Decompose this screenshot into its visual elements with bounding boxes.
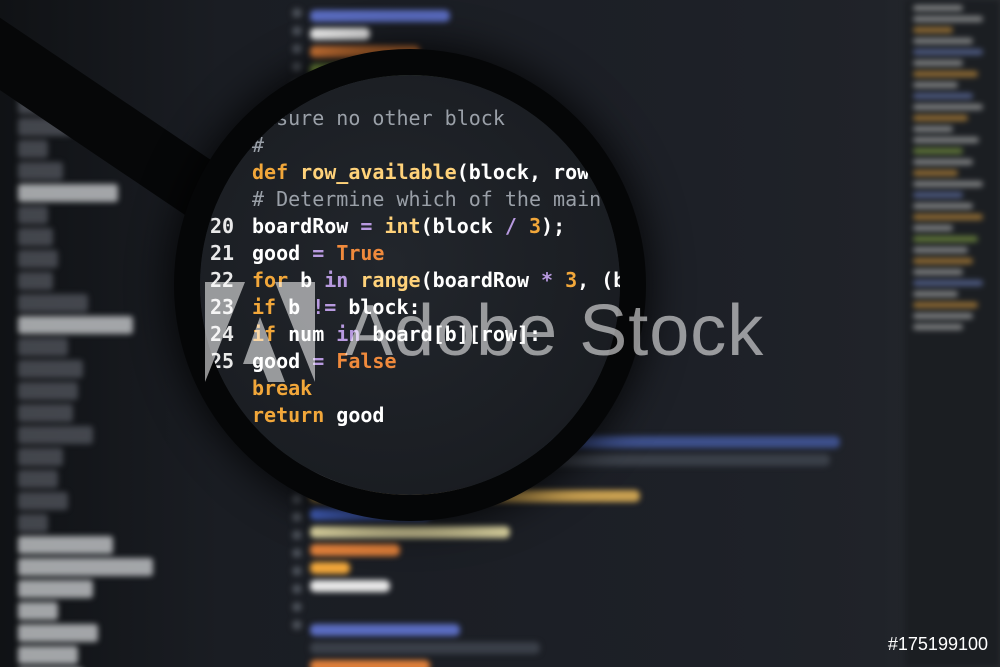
code-token: row_available (300, 160, 457, 184)
code-token: (block, row (456, 160, 590, 184)
code-line: 21 good = True (210, 240, 620, 267)
code-token: int (384, 214, 421, 238)
code-token: = (312, 241, 337, 265)
code-token: good (336, 403, 385, 427)
code-token: return (252, 403, 337, 427)
code-token: 3 (528, 214, 542, 238)
code-token: ensure no other block (252, 106, 505, 130)
code-token: boardRow (252, 214, 361, 238)
code-line: # (210, 132, 620, 159)
code-line: 20 boardRow = int(block / 3); (210, 213, 620, 240)
code-line: return good (210, 402, 620, 429)
code-token: (block (420, 214, 505, 238)
stock-id-label: #175199100 (887, 634, 988, 654)
code-token: range (360, 268, 421, 292)
code-token: # Determine which of the main (252, 187, 602, 211)
code-token: != (312, 295, 349, 319)
photo-scene: ensure no other block # def row_available(… (0, 0, 1000, 667)
adobe-logo-watermark (205, 282, 315, 382)
line-number: 21 (210, 241, 235, 265)
code-line: ensure no other block (210, 105, 620, 132)
code-token: / (504, 214, 529, 238)
watermark-text: Adobe Stock (345, 291, 765, 371)
code-token: 3 (565, 268, 578, 292)
code-token: = (360, 214, 385, 238)
code-token: = (312, 349, 337, 373)
code-token: , (b (577, 268, 620, 292)
code-line: # Determine which of the main (210, 186, 620, 213)
code-line: def row_available(block, row (210, 159, 620, 186)
code-token: * (541, 268, 566, 292)
code-token: # (252, 133, 265, 157)
code-token: good (252, 241, 313, 265)
code-token: (boardRow (420, 268, 542, 292)
blurred-minimap-panel (905, 0, 1000, 667)
line-number: 20 (210, 214, 235, 238)
code-token: True (336, 241, 385, 265)
code-token: ); (541, 214, 566, 238)
code-token: def (252, 160, 301, 184)
code-token: in (324, 268, 361, 292)
